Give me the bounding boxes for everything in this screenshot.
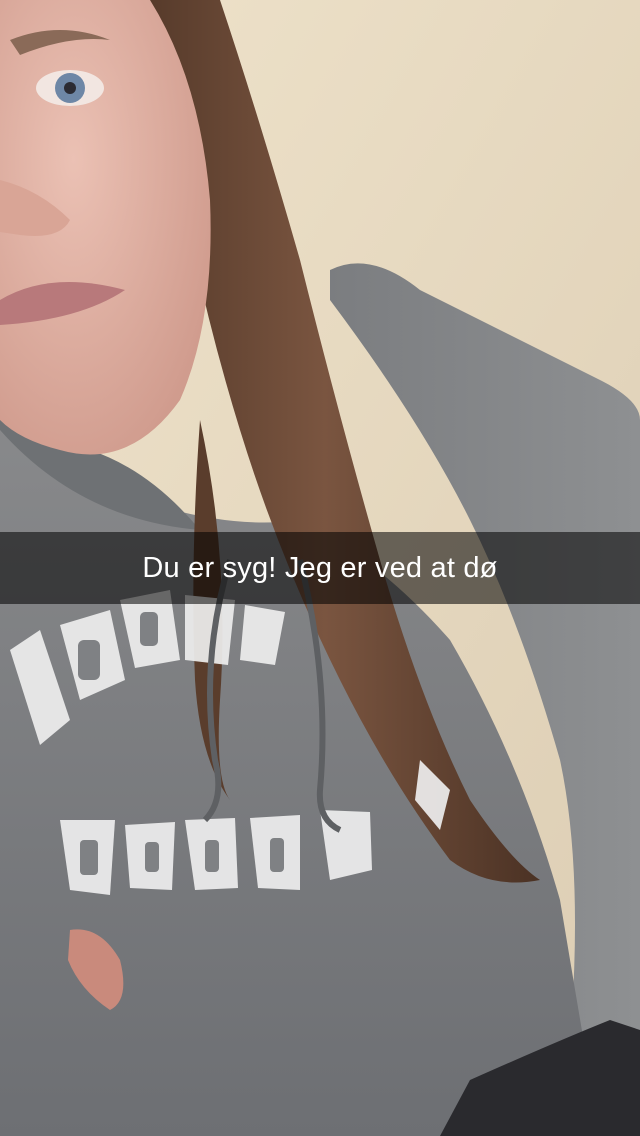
snap-view: Du er syg! Jeg er ved at dø [0,0,640,1136]
caption-text: Du er syg! Jeg er ved at dø [142,552,498,584]
pupil [64,82,76,94]
caption-bar: Du er syg! Jeg er ved at dø [0,532,640,604]
